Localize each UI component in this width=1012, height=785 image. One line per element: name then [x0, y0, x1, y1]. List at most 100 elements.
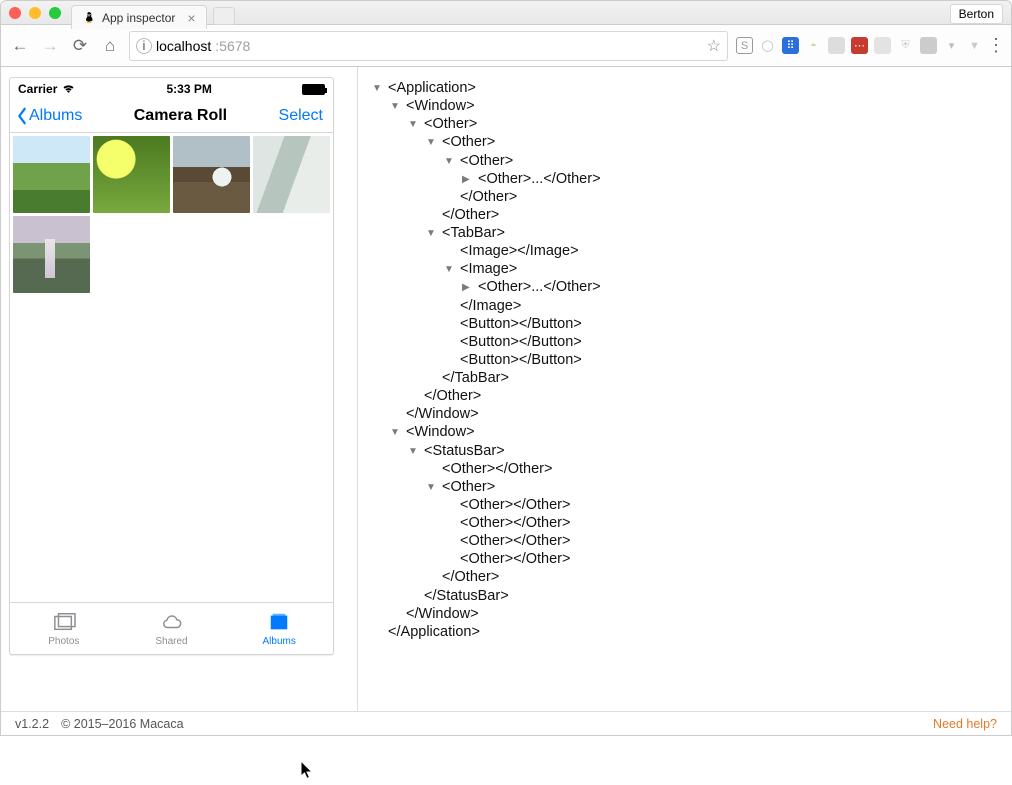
tree-node-label: <Button></Button>: [460, 352, 582, 368]
extension-icon[interactable]: ◓: [805, 37, 822, 54]
help-link[interactable]: Need help?: [933, 717, 997, 731]
disclosure-down-icon[interactable]: ▼: [372, 83, 384, 96]
tree-node[interactable]: <Other></Other>: [372, 550, 1001, 568]
tree-node[interactable]: </StatusBar>: [372, 587, 1001, 605]
tree-node-label: <Button></Button>: [460, 334, 582, 350]
tree-node[interactable]: <Button></Button>: [372, 315, 1001, 333]
tree-node[interactable]: </Other>: [372, 206, 1001, 224]
tree-node-label: <Image></Image>: [460, 243, 579, 259]
extension-icon[interactable]: [874, 37, 891, 54]
tree-node[interactable]: </Window>: [372, 405, 1001, 423]
extension-icon[interactable]: [920, 37, 937, 54]
tree-node[interactable]: ▼ <Image>: [372, 260, 1001, 278]
back-label: Albums: [29, 107, 82, 125]
tree-node[interactable]: </Other>: [372, 568, 1001, 586]
extension-icon[interactable]: ▾: [943, 37, 960, 54]
photo-grid: [10, 133, 333, 602]
nav-reload-icon[interactable]: ⟳: [69, 36, 91, 56]
tree-node[interactable]: ▼ <Other>: [372, 115, 1001, 133]
tree-node-label: <StatusBar>: [424, 443, 505, 459]
tree-node-label: <Other></Other>: [460, 551, 570, 567]
clock-label: 5:33 PM: [167, 82, 212, 96]
bookmark-star-icon[interactable]: ☆: [707, 36, 721, 56]
select-button[interactable]: Select: [279, 107, 327, 125]
browser-toolbar: ← → ⟳ ⌂ i localhost:5678 ☆ S ◯ ⠿ ◓ ⋯ ⛨ ▾…: [1, 25, 1011, 67]
disclosure-down-icon[interactable]: ▼: [444, 156, 456, 169]
photo-thumb[interactable]: [253, 136, 330, 213]
tree-node-label: </Window>: [406, 606, 479, 622]
tab-albums[interactable]: Albums: [225, 603, 333, 654]
tree-node[interactable]: ▶ <Other>...</Other>: [372, 170, 1001, 188]
tree-node[interactable]: <Button></Button>: [372, 333, 1001, 351]
tree-node-label: <Window>: [406, 424, 475, 440]
tree-node-label: <Other></Other>: [460, 497, 570, 513]
disclosure-down-icon[interactable]: ▼: [408, 446, 420, 459]
extension-icon[interactable]: ⋯: [851, 37, 868, 54]
extension-icon[interactable]: ◯: [759, 37, 776, 54]
disclosure-right-icon[interactable]: ▶: [462, 282, 474, 295]
tree-node[interactable]: </Window>: [372, 605, 1001, 623]
tree-node[interactable]: </Application>: [372, 623, 1001, 641]
tree-node[interactable]: <Other></Other>: [372, 460, 1001, 478]
tab-close-icon[interactable]: ×: [187, 10, 195, 26]
disclosure-down-icon[interactable]: ▼: [390, 427, 402, 440]
tree-node[interactable]: <Other></Other>: [372, 496, 1001, 514]
profile-chip[interactable]: Berton: [950, 4, 1003, 24]
tree-node[interactable]: ▼ <StatusBar>: [372, 442, 1001, 460]
device-tab-bar: Photos Shared Albums: [10, 602, 333, 654]
new-tab-button[interactable]: [213, 7, 235, 25]
device-preview-pane: Carrier 5:33 PM Albums Camera Roll Selec…: [1, 67, 358, 711]
site-info-icon[interactable]: i: [136, 38, 152, 54]
disclosure-down-icon[interactable]: ▼: [426, 137, 438, 150]
extension-icon[interactable]: ⛨: [897, 37, 914, 54]
extension-icon[interactable]: ⠿: [782, 37, 799, 54]
nav-home-icon[interactable]: ⌂: [99, 36, 121, 56]
disclosure-right-icon[interactable]: ▶: [462, 174, 474, 187]
disclosure-down-icon[interactable]: ▼: [444, 264, 456, 277]
extension-row: S ◯ ⠿ ◓ ⋯ ⛨ ▾ ▼ ⋮: [736, 37, 1003, 54]
tree-node-label: <TabBar>: [442, 225, 505, 241]
tree-node[interactable]: </TabBar>: [372, 369, 1001, 387]
disclosure-down-icon[interactable]: ▼: [426, 228, 438, 241]
tree-node[interactable]: <Other></Other>: [372, 532, 1001, 550]
tree-node[interactable]: ▼ <Window>: [372, 423, 1001, 441]
back-button[interactable]: Albums: [16, 107, 82, 125]
address-bar[interactable]: i localhost:5678 ☆: [129, 31, 728, 61]
photo-thumb[interactable]: [93, 136, 170, 213]
tree-node[interactable]: ▼ <Other>: [372, 133, 1001, 151]
tree-node[interactable]: ▼ <Other>: [372, 152, 1001, 170]
tree-node-label: </Window>: [406, 406, 479, 422]
extension-icon[interactable]: S: [736, 37, 753, 54]
tree-node[interactable]: </Other>: [372, 387, 1001, 405]
disclosure-down-icon[interactable]: ▼: [390, 101, 402, 114]
copyright-label: © 2015–2016 Macaca: [61, 717, 184, 731]
browser-menu-icon[interactable]: ⋮: [989, 37, 1003, 54]
disclosure-down-icon[interactable]: ▼: [426, 482, 438, 495]
tree-node[interactable]: ▼ <Application>: [372, 79, 1001, 97]
extension-icon[interactable]: [828, 37, 845, 54]
disclosure-down-icon[interactable]: ▼: [408, 119, 420, 132]
tree-node-label: </Other>: [442, 207, 499, 223]
tab-shared[interactable]: Shared: [118, 603, 226, 654]
tree-node[interactable]: <Image></Image>: [372, 242, 1001, 260]
tree-node[interactable]: <Button></Button>: [372, 351, 1001, 369]
photo-thumb[interactable]: [13, 216, 90, 293]
tree-node-label: </Other>: [424, 388, 481, 404]
mouse-cursor-icon: [300, 760, 314, 785]
nav-back-icon[interactable]: ←: [9, 36, 31, 56]
photo-thumb[interactable]: [13, 136, 90, 213]
tab-title: App inspector: [102, 11, 175, 25]
photo-thumb[interactable]: [173, 136, 250, 213]
tree-node[interactable]: </Image>: [372, 297, 1001, 315]
tab-photos[interactable]: Photos: [10, 603, 118, 654]
tree-node[interactable]: ▼ <Other>: [372, 478, 1001, 496]
tree-node[interactable]: ▼ <TabBar>: [372, 224, 1001, 242]
extension-icon[interactable]: ▼: [966, 37, 983, 54]
tree-node-label: </Other>: [442, 569, 499, 585]
browser-tab-active[interactable]: App inspector ×: [71, 5, 207, 29]
tree-node[interactable]: </Other>: [372, 188, 1001, 206]
element-tree[interactable]: ▼ <Application>▼ <Window>▼ <Other>▼ <Oth…: [372, 79, 1001, 641]
tree-node[interactable]: ▶ <Other>...</Other>: [372, 278, 1001, 296]
tree-node[interactable]: ▼ <Window>: [372, 97, 1001, 115]
tree-node[interactable]: <Other></Other>: [372, 514, 1001, 532]
